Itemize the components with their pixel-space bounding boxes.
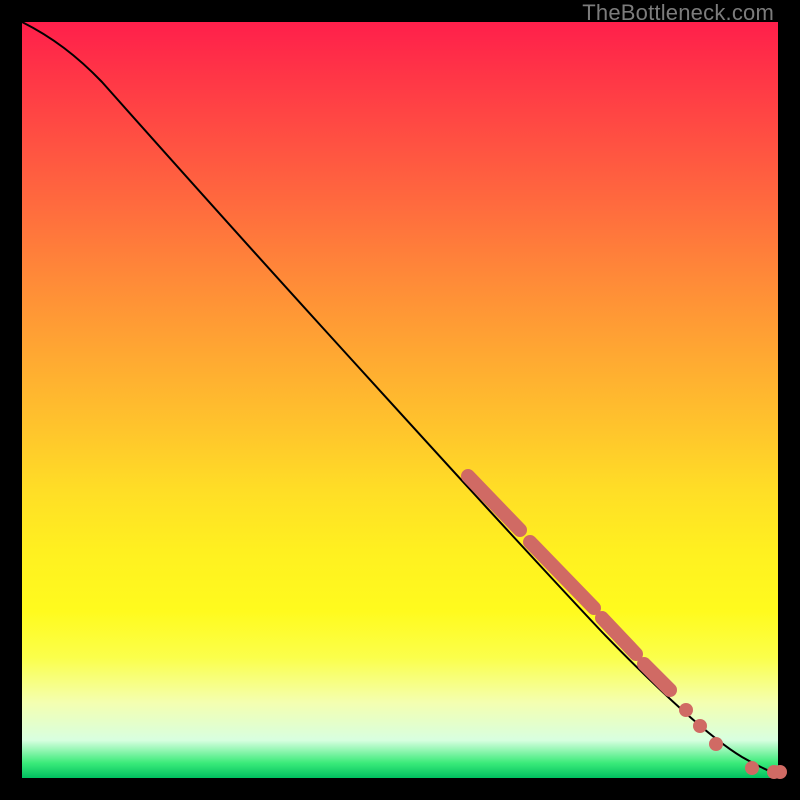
- chart-overlay: [22, 22, 778, 778]
- chart-points: [468, 476, 787, 779]
- chart-stage: TheBottleneck.com: [0, 0, 800, 800]
- chart-curve: [22, 22, 778, 774]
- watermark-text: TheBottleneck.com: [582, 0, 774, 26]
